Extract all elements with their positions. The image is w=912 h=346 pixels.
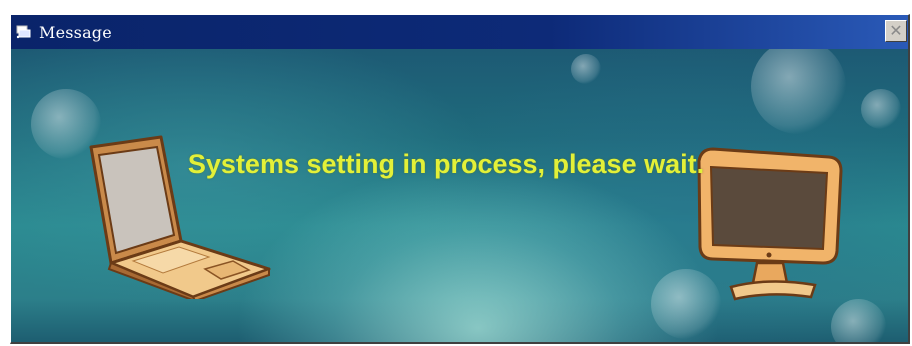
bokeh-light	[751, 49, 846, 134]
bokeh-light	[861, 89, 901, 129]
status-message: Systems setting in process, please wait.	[187, 149, 705, 179]
monitor-icon	[697, 147, 843, 301]
title-bar[interactable]: Message ✕	[11, 15, 908, 49]
bokeh-light	[571, 54, 601, 84]
app-icon	[15, 24, 33, 40]
close-icon: ✕	[889, 21, 903, 40]
window-title: Message	[39, 22, 112, 42]
message-content: Systems setting in process, please wait.	[11, 49, 908, 342]
close-button[interactable]: ✕	[885, 20, 907, 42]
bokeh-light	[831, 299, 886, 342]
message-dialog: Message ✕ Systems setting in process, pl…	[10, 14, 910, 344]
